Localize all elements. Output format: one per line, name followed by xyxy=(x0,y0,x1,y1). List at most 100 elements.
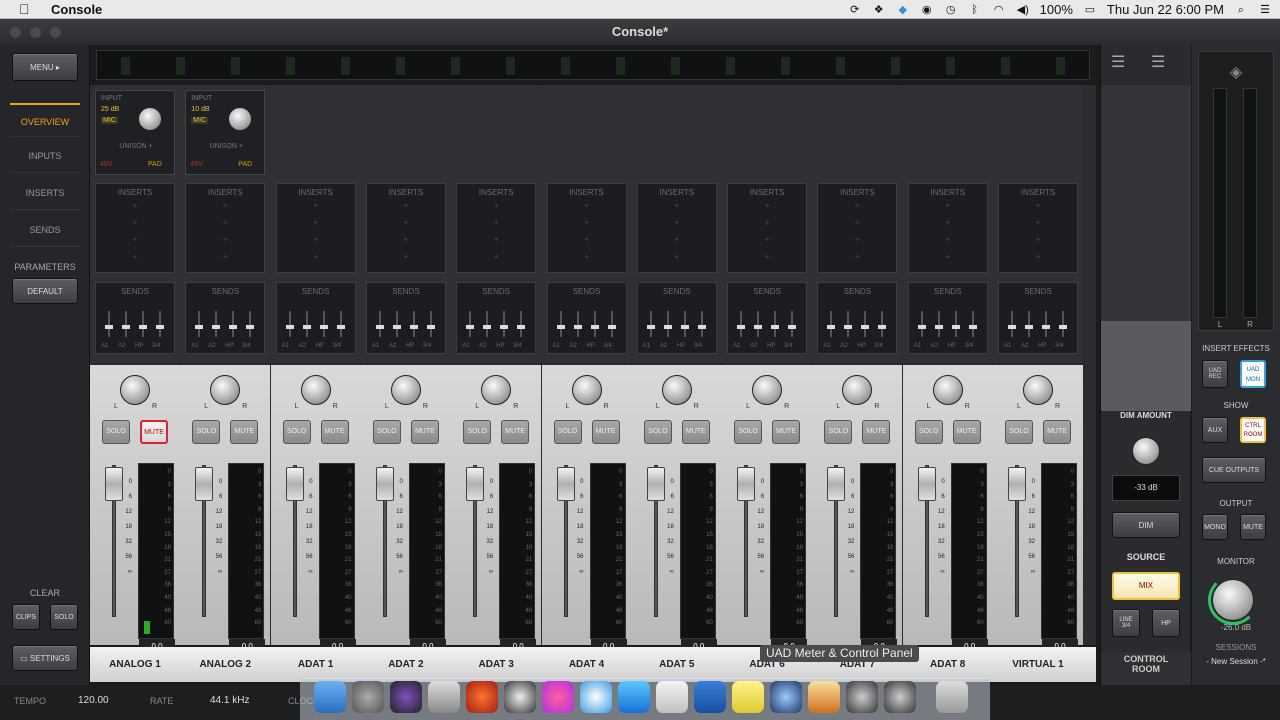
send-slider-knob[interactable] xyxy=(646,325,655,329)
send-slider-knob[interactable] xyxy=(336,325,345,329)
mute-button[interactable]: MUTE xyxy=(1043,420,1071,444)
output-mono-button[interactable]: MONO xyxy=(1202,514,1228,540)
send-slider[interactable] xyxy=(864,311,867,337)
send-slider-knob[interactable] xyxy=(1059,325,1067,329)
send-slider-knob[interactable] xyxy=(737,325,746,329)
send-slider-knob[interactable] xyxy=(156,325,164,329)
send-slider[interactable] xyxy=(576,311,579,337)
notification-icon[interactable]: ☰ xyxy=(1258,4,1272,16)
word-icon[interactable] xyxy=(694,681,726,713)
nav-inputs[interactable]: INPUTS xyxy=(10,139,80,173)
reason-icon[interactable] xyxy=(466,681,498,713)
send-slider[interactable] xyxy=(1028,311,1030,337)
send-slider[interactable] xyxy=(757,311,760,337)
send-slider[interactable] xyxy=(159,311,161,337)
send-slider-knob[interactable] xyxy=(1042,325,1050,329)
solo-button[interactable]: SOLO xyxy=(102,420,130,444)
phantom-power-toggle[interactable]: 48V xyxy=(100,161,112,168)
send-slider[interactable] xyxy=(198,311,201,337)
uad-icon[interactable]: ◆ xyxy=(896,4,910,16)
pan-knob[interactable] xyxy=(300,375,331,405)
send-slider[interactable] xyxy=(429,311,432,337)
nav-overview[interactable]: OVERVIEW xyxy=(10,103,80,137)
send-slider-knob[interactable] xyxy=(917,325,926,329)
send-slider[interactable] xyxy=(920,311,923,337)
settings-button[interactable]: ▭ SETTINGS xyxy=(12,645,78,671)
insert-slots[interactable]: + + + + xyxy=(457,197,535,265)
session-name[interactable]: - New Session -* xyxy=(1192,657,1280,666)
insert-slots[interactable]: + + + + xyxy=(186,197,264,265)
send-slider-knob[interactable] xyxy=(754,325,763,329)
time-machine-icon[interactable]: ◷ xyxy=(944,4,958,16)
send-slider-knob[interactable] xyxy=(375,325,384,329)
pan-knob[interactable] xyxy=(932,375,963,405)
send-slider-knob[interactable] xyxy=(663,325,672,329)
tempo-value[interactable]: 120.00 xyxy=(78,695,109,706)
uad-rec-button[interactable]: UAD REC xyxy=(1202,360,1228,388)
overview-meter-bar[interactable] xyxy=(96,50,1090,80)
mail-icon[interactable] xyxy=(656,681,688,713)
inserts-section[interactable]: INSERTS + + + + xyxy=(185,183,266,273)
inserts-section[interactable]: INSERTS + + + + xyxy=(727,183,808,273)
inserts-section[interactable]: INSERTS + + + + xyxy=(636,183,717,273)
insert-slots[interactable]: + + + + xyxy=(728,197,806,265)
battery-percent[interactable]: 100% xyxy=(1040,2,1073,17)
unison-label[interactable]: UNISON + xyxy=(186,143,266,150)
inserts-section[interactable]: INSERTS + + + + xyxy=(907,183,988,273)
send-slider[interactable] xyxy=(108,311,110,337)
send-slider[interactable] xyxy=(1062,311,1064,337)
menu-button[interactable]: MENU ▸ xyxy=(12,53,78,81)
solo-button[interactable]: SOLO xyxy=(463,420,492,444)
show-ctrl-room-button[interactable]: CTRL ROOM xyxy=(1240,417,1266,443)
clear-clips-button[interactable]: CLIPS xyxy=(12,604,40,630)
channel-name[interactable]: ADAT 2 xyxy=(361,647,451,682)
send-slider-knob[interactable] xyxy=(195,325,204,329)
send-slider-knob[interactable] xyxy=(878,325,887,329)
solo-button[interactable]: SOLO xyxy=(553,420,582,444)
inserts-section[interactable]: INSERTS + + + + xyxy=(456,183,537,273)
spotlight-icon[interactable]: ⌕ xyxy=(1234,4,1248,16)
inserts-section[interactable]: INSERTS + + + + xyxy=(817,183,898,273)
send-slider[interactable] xyxy=(847,311,850,337)
send-slider[interactable] xyxy=(593,311,596,337)
send-slider-knob[interactable] xyxy=(1008,325,1016,329)
channel-name[interactable]: ADAT 4 xyxy=(542,647,632,682)
itunes-icon[interactable] xyxy=(542,681,574,713)
pan-knob[interactable] xyxy=(1023,375,1053,405)
send-slider[interactable] xyxy=(610,311,613,337)
stickies-icon[interactable] xyxy=(732,681,764,713)
uad-console-dock-icon[interactable] xyxy=(504,681,536,713)
send-slider-knob[interactable] xyxy=(844,325,853,329)
output-mute-button[interactable]: MUTE xyxy=(1240,514,1266,540)
send-slider[interactable] xyxy=(954,311,957,337)
send-slider-knob[interactable] xyxy=(319,325,328,329)
pan-knob[interactable] xyxy=(390,375,421,405)
send-slider[interactable] xyxy=(288,311,291,337)
cue-outputs-button[interactable]: CUE OUTPUTS xyxy=(1202,457,1266,483)
clear-solo-button[interactable]: SOLO xyxy=(50,604,78,630)
app-store-icon[interactable] xyxy=(618,681,650,713)
send-slider-knob[interactable] xyxy=(934,325,943,329)
solo-button[interactable]: SOLO xyxy=(192,420,221,444)
mute-button[interactable]: MUTE xyxy=(952,420,981,444)
send-slider-knob[interactable] xyxy=(139,325,147,329)
pad-toggle[interactable]: PAD xyxy=(238,161,252,168)
send-slider-knob[interactable] xyxy=(105,325,113,329)
send-slider[interactable] xyxy=(700,311,703,337)
send-slider-knob[interactable] xyxy=(1025,325,1033,329)
send-slider-knob[interactable] xyxy=(556,325,565,329)
solo-button[interactable]: SOLO xyxy=(914,420,943,444)
mute-button[interactable]: MUTE xyxy=(230,420,259,444)
send-slider[interactable] xyxy=(559,311,562,337)
mute-button[interactable]: MUTE xyxy=(862,420,891,444)
send-slider-knob[interactable] xyxy=(285,325,294,329)
send-slider[interactable] xyxy=(1011,311,1013,337)
safari-icon[interactable] xyxy=(580,681,612,713)
send-slider[interactable] xyxy=(774,311,777,337)
send-slider-knob[interactable] xyxy=(466,325,475,329)
send-slider[interactable] xyxy=(322,311,325,337)
insert-slots[interactable]: + + + + xyxy=(818,197,896,265)
wide-view-icon[interactable]: ☰ xyxy=(1151,55,1165,71)
send-slider[interactable] xyxy=(395,311,398,337)
send-slider-knob[interactable] xyxy=(573,325,582,329)
